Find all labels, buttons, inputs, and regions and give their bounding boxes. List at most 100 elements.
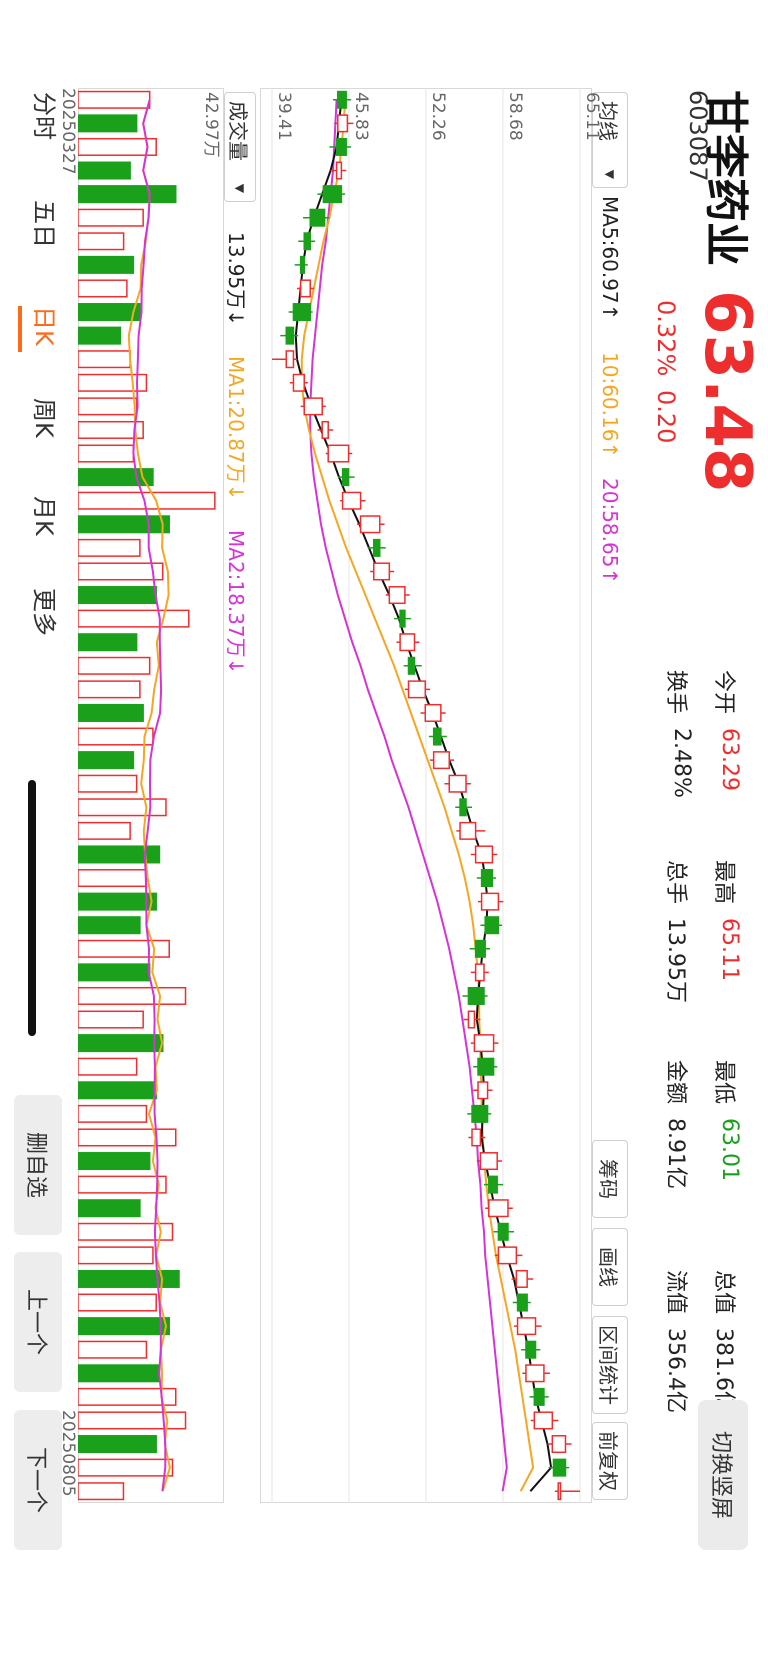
- volume-bar: [78, 1104, 148, 1123]
- period-tab[interactable]: 周K: [29, 398, 64, 438]
- volume-bar: [78, 869, 148, 888]
- candle-body: [335, 137, 347, 156]
- toolbar-button[interactable]: 前复权: [592, 1422, 628, 1500]
- volume-bar: [78, 137, 157, 156]
- candle-body: [335, 161, 343, 180]
- volume-bar: [78, 1435, 157, 1454]
- candle-body: [471, 1128, 482, 1147]
- candle-body: [471, 1104, 489, 1123]
- period-tab[interactable]: 月K: [29, 496, 64, 536]
- volume-bar: [78, 1458, 174, 1477]
- candle-body: [327, 444, 350, 463]
- candle-body: [525, 1364, 545, 1383]
- volume-bar: [78, 1340, 148, 1359]
- volume-bar: [78, 798, 167, 817]
- candle-body: [479, 1152, 498, 1171]
- app-landscape-view: 甘李药业 603087 63.48 0.32% 0.20 今开 63.29 最高 65…: [0, 0, 768, 1663]
- candle-body: [299, 255, 305, 274]
- stat-value: 65.11: [717, 918, 742, 981]
- volume-ma1: MA1:20.87万↓: [224, 356, 248, 501]
- volume-bar: [78, 232, 125, 251]
- candle-body: [459, 798, 467, 817]
- indicator-select[interactable]: 成交量 ▼: [224, 92, 256, 202]
- candle-body: [424, 703, 442, 722]
- period-tab[interactable]: 日K: [29, 306, 64, 346]
- stat-value: 63.29: [717, 728, 742, 791]
- candlestick-chart[interactable]: [260, 88, 592, 1503]
- toolbar-button[interactable]: 画线: [592, 1228, 628, 1306]
- dropdown-icon: ▼: [603, 169, 617, 179]
- volume-bar: [78, 397, 138, 416]
- candle-body: [467, 986, 485, 1005]
- period-tab[interactable]: 分时: [29, 92, 64, 140]
- candle-body: [533, 1387, 545, 1406]
- home-indicator: [28, 780, 36, 1036]
- candle-body: [497, 1222, 509, 1241]
- candle-body: [525, 1340, 537, 1359]
- indicator-select-label: 成交量: [226, 101, 251, 161]
- volume-bar: [78, 538, 141, 557]
- period-tab[interactable]: 更多: [29, 588, 64, 636]
- action-button[interactable]: 上一个: [14, 1252, 62, 1392]
- action-button[interactable]: 删自选: [14, 1095, 62, 1235]
- ma20-legend: 20:58.65↑: [598, 478, 622, 585]
- candle-body: [292, 373, 305, 392]
- volume-bar: [78, 1246, 154, 1265]
- switch-portrait-button[interactable]: 切换竖屏: [698, 1400, 748, 1550]
- stat-label: 今开: [711, 670, 736, 715]
- volume-bar: [78, 90, 151, 109]
- volume-bar: [78, 892, 157, 911]
- candle-body: [303, 397, 323, 416]
- stat-label: 最高: [711, 860, 736, 905]
- volume-chart[interactable]: [78, 88, 224, 1503]
- candle-body: [337, 90, 347, 109]
- ma5-legend: MA5:60.97↑: [598, 196, 622, 321]
- period-tab[interactable]: 五日: [29, 200, 64, 248]
- active-tab-underline: [18, 306, 22, 352]
- volume-bar: [78, 586, 157, 605]
- volume-ma2: MA2:18.37万↓: [224, 530, 248, 675]
- volume-bar: [78, 303, 141, 322]
- volume-bar: [78, 727, 154, 746]
- volume-bar: [78, 680, 141, 699]
- candle-body: [285, 350, 295, 369]
- candle-body: [477, 1057, 495, 1076]
- stat-value: 356.4亿: [663, 1328, 688, 1413]
- candle-body: [488, 1175, 498, 1194]
- action-button[interactable]: 下一个: [14, 1410, 62, 1550]
- volume-bar: [78, 1293, 157, 1312]
- change-percent: 0.32%: [652, 300, 680, 377]
- ma10-line: [300, 99, 535, 1492]
- candle-body: [459, 821, 477, 840]
- candle-body: [516, 1293, 528, 1312]
- stat-value: 8.91亿: [663, 1118, 688, 1189]
- candle-body: [551, 1435, 567, 1454]
- candle-body: [341, 491, 362, 510]
- candle-body: [474, 963, 485, 982]
- candle-body: [474, 845, 494, 864]
- candle-body: [515, 1269, 528, 1288]
- candle-body: [341, 468, 350, 487]
- volume-bar: [78, 939, 170, 958]
- stat-value: 13.95万: [663, 918, 688, 1003]
- volume-bar: [78, 1411, 187, 1430]
- volume-bar: [78, 703, 144, 722]
- dropdown-icon: ▼: [233, 183, 247, 193]
- candle-body: [477, 1081, 489, 1100]
- volume-bar: [78, 1482, 125, 1501]
- volume-bar: [78, 633, 138, 652]
- candle-body: [484, 916, 500, 935]
- ma20-line: [309, 99, 508, 1492]
- candle-body: [388, 586, 406, 605]
- toolbar-button[interactable]: 区间统计: [592, 1316, 628, 1414]
- candle-body: [448, 774, 467, 793]
- stat-value: 2.48%: [669, 728, 694, 798]
- candle-body: [480, 892, 500, 911]
- candle-body: [488, 1199, 509, 1218]
- toolbar-button[interactable]: 筹码: [592, 1140, 628, 1218]
- volume-bar: [78, 821, 131, 840]
- candle-body: [474, 939, 486, 958]
- candle-body: [399, 609, 406, 628]
- volume-bar: [78, 515, 170, 534]
- volume-bar: [78, 656, 151, 675]
